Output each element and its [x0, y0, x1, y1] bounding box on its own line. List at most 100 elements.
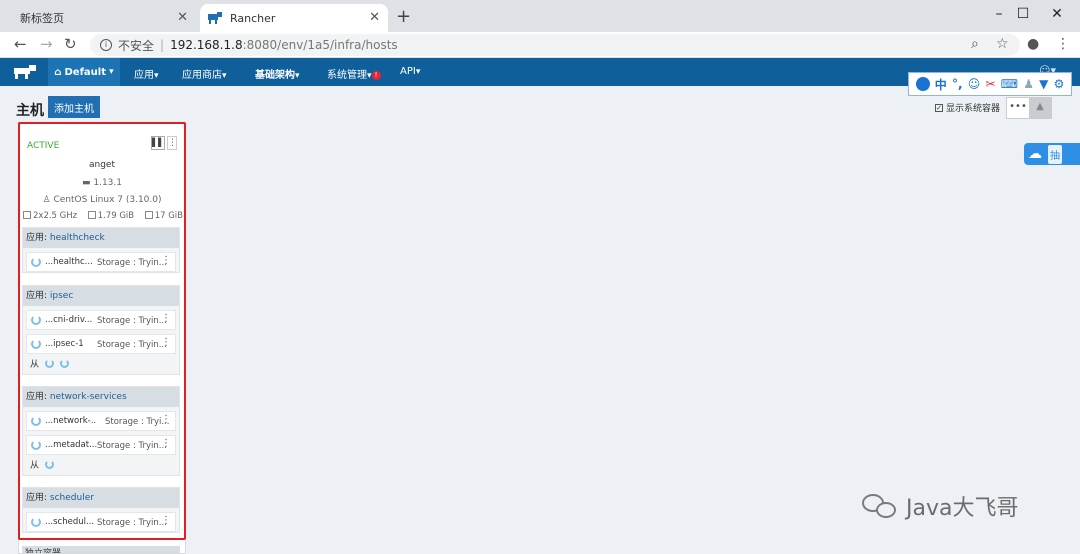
close-tab-icon[interactable]: ✕: [177, 10, 188, 25]
container-item[interactable]: ...cni-driv... Storage : Tryin... ⋮: [26, 310, 176, 330]
standalone-containers-label: 独立容器: [22, 546, 180, 553]
pause-icon[interactable]: ▌▌: [151, 136, 165, 150]
container-item[interactable]: ...schedul... Storage : Tryin... ⋮: [26, 512, 176, 532]
add-host-button[interactable]: 添加主机: [48, 96, 100, 118]
cpu-icon: [23, 211, 31, 219]
sidekick-row: 从: [26, 357, 176, 373]
home-icon: ⌂: [54, 66, 62, 78]
hosts-page: 主机 添加主机 ✓ 显示系统容器 ••• ▲ ACTIVE ▌▌ ⋮ anget…: [0, 86, 1080, 554]
menu-label: 应用: [134, 70, 154, 81]
stack-name-link[interactable]: network-services: [50, 392, 127, 402]
container-menu-icon[interactable]: ⋮: [161, 438, 171, 449]
container-menu-icon[interactable]: ⋮: [161, 255, 171, 266]
loading-spinner-icon[interactable]: [59, 359, 69, 368]
rancher-favicon-icon: [208, 12, 222, 24]
container-menu-icon[interactable]: ⋮: [161, 515, 171, 526]
stack-header: 应用: network-services: [23, 387, 179, 407]
chevron-down-icon: ▾: [106, 67, 114, 77]
watermark: Java大飞哥: [862, 490, 1018, 522]
new-tab-button[interactable]: +: [396, 6, 411, 27]
close-tab-icon[interactable]: ✕: [369, 10, 380, 25]
container-name[interactable]: ...healthc...: [45, 257, 97, 267]
container-state: Storage : Tryin...: [97, 258, 167, 268]
menu-admin[interactable]: 系统管理▾!: [327, 66, 381, 81]
checkbox-checked-icon[interactable]: ✓: [935, 103, 943, 112]
list-view-icon[interactable]: •••: [1007, 98, 1029, 118]
container-item[interactable]: ...network-... Storage : Tryi... ⋮: [26, 411, 176, 431]
tab-label: Rancher: [230, 11, 276, 25]
profile-icon[interactable]: ●: [1027, 36, 1039, 52]
environment-selector[interactable]: ⌂ Default ▾: [48, 58, 120, 86]
stack-healthcheck: 应用: healthcheck ...healthc... Storage : …: [22, 227, 180, 273]
zoom-icon[interactable]: ⌕: [971, 36, 979, 52]
docker-version-value: 1.13.1: [93, 178, 122, 188]
scissors-icon[interactable]: ✂: [985, 77, 995, 91]
view-mode-toggle[interactable]: ••• ▲: [1006, 97, 1052, 119]
loading-spinner-icon[interactable]: [44, 460, 54, 469]
reload-icon[interactable]: ↻: [64, 35, 77, 53]
url-input[interactable]: i 不安全 | 192.168.1.8 :8080/env/1a5/infra/…: [90, 34, 1020, 56]
menu-label: 系统管理: [327, 70, 367, 81]
container-menu-icon[interactable]: ⋮: [161, 313, 171, 324]
ime-language-toggle[interactable]: 中: [935, 76, 947, 93]
container-name[interactable]: ...cni-driv...: [45, 315, 97, 325]
container-name[interactable]: ...network-...: [45, 416, 97, 426]
stack-name-link[interactable]: ipsec: [50, 291, 73, 301]
skin-icon[interactable]: ▼: [1039, 77, 1048, 91]
tab-new-tab[interactable]: 新标签页 ✕: [8, 4, 196, 32]
memory-icon: [87, 211, 96, 219]
menu-api[interactable]: API▾: [400, 66, 420, 77]
memory-spec: 1.79 GiB: [87, 211, 134, 221]
stack-prefix: 应用:: [26, 291, 50, 301]
container-item[interactable]: ...metadat... Storage : Tryin... ⋮: [26, 435, 176, 455]
container-state: Storage : Tryin...: [97, 518, 167, 528]
settings-gear-icon[interactable]: ⚙: [1054, 77, 1065, 91]
close-window-button[interactable]: ✕: [1034, 0, 1080, 28]
os-value: CentOS Linux 7 (3.10.0): [53, 195, 162, 205]
stack-name-link[interactable]: scheduler: [50, 493, 94, 503]
show-system-containers-toggle[interactable]: ✓ 显示系统容器: [935, 101, 1000, 114]
chevron-down-icon: ▾: [415, 67, 421, 77]
stack-name-link[interactable]: healthcheck: [50, 233, 105, 243]
emoji-icon[interactable]: ☺: [968, 77, 981, 91]
chevron-down-icon: ▾: [367, 71, 372, 81]
user-icon[interactable]: ♟: [1023, 77, 1034, 91]
cpu-value: 2x2.5 GHz: [33, 211, 78, 221]
stack-scheduler: 应用: scheduler ...schedul... Storage : Tr…: [22, 487, 180, 533]
container-item[interactable]: ...healthc... Storage : Tryin... ⋮: [26, 252, 176, 272]
info-icon[interactable]: i: [100, 39, 112, 51]
container-menu-icon[interactable]: ⋮: [161, 337, 171, 348]
menu-apps[interactable]: 应用▾: [134, 66, 159, 81]
menu-infrastructure[interactable]: 基础架构▾: [255, 66, 300, 81]
container-name[interactable]: ...schedul...: [45, 517, 97, 527]
environment-name: Default: [64, 66, 107, 78]
chevron-down-icon: ▾: [295, 71, 300, 81]
container-name[interactable]: ...ipsec-1: [45, 339, 97, 349]
host-menu-icon[interactable]: ⋮: [167, 136, 177, 150]
url-host: 192.168.1.8: [170, 38, 243, 52]
menu-label: 基础架构: [255, 70, 295, 81]
ime-punctuation-toggle[interactable]: °,: [952, 77, 963, 91]
browser-menu-icon[interactable]: ⋮: [1056, 36, 1070, 52]
address-bar: ← → ↻ i 不安全 | 192.168.1.8 :8080/env/1a5/…: [0, 32, 1080, 58]
rancher-logo-icon[interactable]: [12, 64, 38, 80]
tab-rancher[interactable]: Rancher ✕: [200, 4, 388, 32]
side-floating-badge[interactable]: ☁ 抽: [1024, 143, 1080, 165]
host-state: ACTIVE: [27, 141, 60, 151]
keyboard-icon[interactable]: ⌨: [1001, 77, 1018, 91]
menu-catalog[interactable]: 应用商店▾: [182, 66, 227, 81]
ime-logo-icon[interactable]: [915, 77, 930, 91]
host-card: ACTIVE ▌▌ ⋮ anget ▬ 1.13.1 ♙ CentOS Linu…: [18, 122, 186, 554]
forward-arrow-icon[interactable]: →: [40, 35, 53, 53]
menu-label: API: [400, 66, 416, 77]
container-item[interactable]: ...ipsec-1 Storage : Tryin... ⋮: [26, 334, 176, 354]
container-state: Storage : Tryin...: [97, 316, 167, 326]
grid-view-icon[interactable]: ▲: [1029, 98, 1051, 118]
container-name[interactable]: ...metadat...: [45, 440, 97, 450]
bookmark-star-icon[interactable]: ☆: [996, 36, 1009, 52]
host-name[interactable]: anget: [19, 160, 185, 170]
loading-spinner-icon[interactable]: [44, 359, 54, 368]
container-menu-icon[interactable]: ⋮: [161, 414, 171, 425]
stack-prefix: 应用:: [26, 493, 50, 503]
back-arrow-icon[interactable]: ←: [14, 35, 27, 53]
